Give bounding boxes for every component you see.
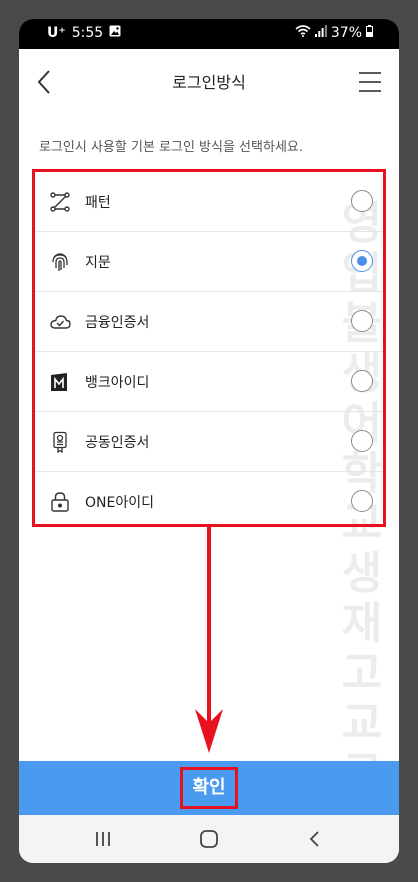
page-title: 로그인방식 [172,73,246,92]
option-label: 금융인증서 [85,315,150,331]
radio-joint-certificate[interactable] [351,430,373,452]
wifi-icon [295,25,311,41]
signal-icon [314,25,327,41]
status-bar: U⁺ 5:55 37% [19,19,399,49]
arrow-down-annotation [195,527,223,753]
option-bank-id[interactable]: 뱅크아이디 [35,352,383,412]
recent-apps-icon [96,832,110,846]
back-arrow-icon [309,831,319,847]
fingerprint-icon [49,251,71,273]
home-button[interactable] [197,827,221,851]
lock-icon [49,491,71,513]
bank-id-icon [49,371,71,393]
system-nav-bar [19,815,399,863]
option-pattern[interactable]: 패턴 [35,172,383,232]
option-fingerprint[interactable]: 지문 [35,232,383,292]
option-financial-certificate[interactable]: 금융인증서 [35,292,383,352]
confirm-button[interactable]: 확인 [180,767,238,809]
option-joint-certificate[interactable]: 공동인증서 [35,412,383,472]
pattern-icon [49,191,71,213]
battery-label: 37% [330,25,362,41]
option-label: 뱅크아이디 [85,375,150,391]
hamburger-icon [359,72,381,92]
recent-apps-button[interactable] [91,827,115,851]
battery-icon [366,25,373,41]
clock: 5:55 [71,25,104,41]
certificate-icon [49,431,71,454]
option-label: 공동인증서 [85,435,150,451]
option-label: 패턴 [85,195,111,211]
option-label: 지문 [85,255,111,271]
app-header: 로그인방식 [19,49,399,113]
carrier-label: U⁺ [47,25,66,41]
option-label: ONE아이디 [85,495,154,511]
radio-financial-certificate[interactable] [351,310,373,332]
radio-fingerprint[interactable] [351,250,373,272]
login-method-description: 로그인시 사용할 기본 로그인 방식을 선택하세요. [39,140,303,155]
menu-button[interactable] [357,69,383,95]
cloud-check-icon [49,311,71,333]
home-icon [200,830,218,848]
radio-one-id[interactable] [351,490,373,512]
radio-pattern[interactable] [351,190,373,212]
gallery-icon [109,25,121,41]
nav-back-button[interactable] [303,827,327,851]
confirm-bar[interactable]: 확인 [19,761,399,815]
option-one-id[interactable]: ONE아이디 [35,472,383,532]
radio-bank-id[interactable] [351,370,373,392]
phone-screen: U⁺ 5:55 37% 로그인방식 로그인시 사용할 기본 로그인 방식을 선택… [19,19,399,863]
login-method-list: 패턴 지문 금융인증서 뱅크아이디 공동인증서 ONE아이디 [32,169,386,527]
